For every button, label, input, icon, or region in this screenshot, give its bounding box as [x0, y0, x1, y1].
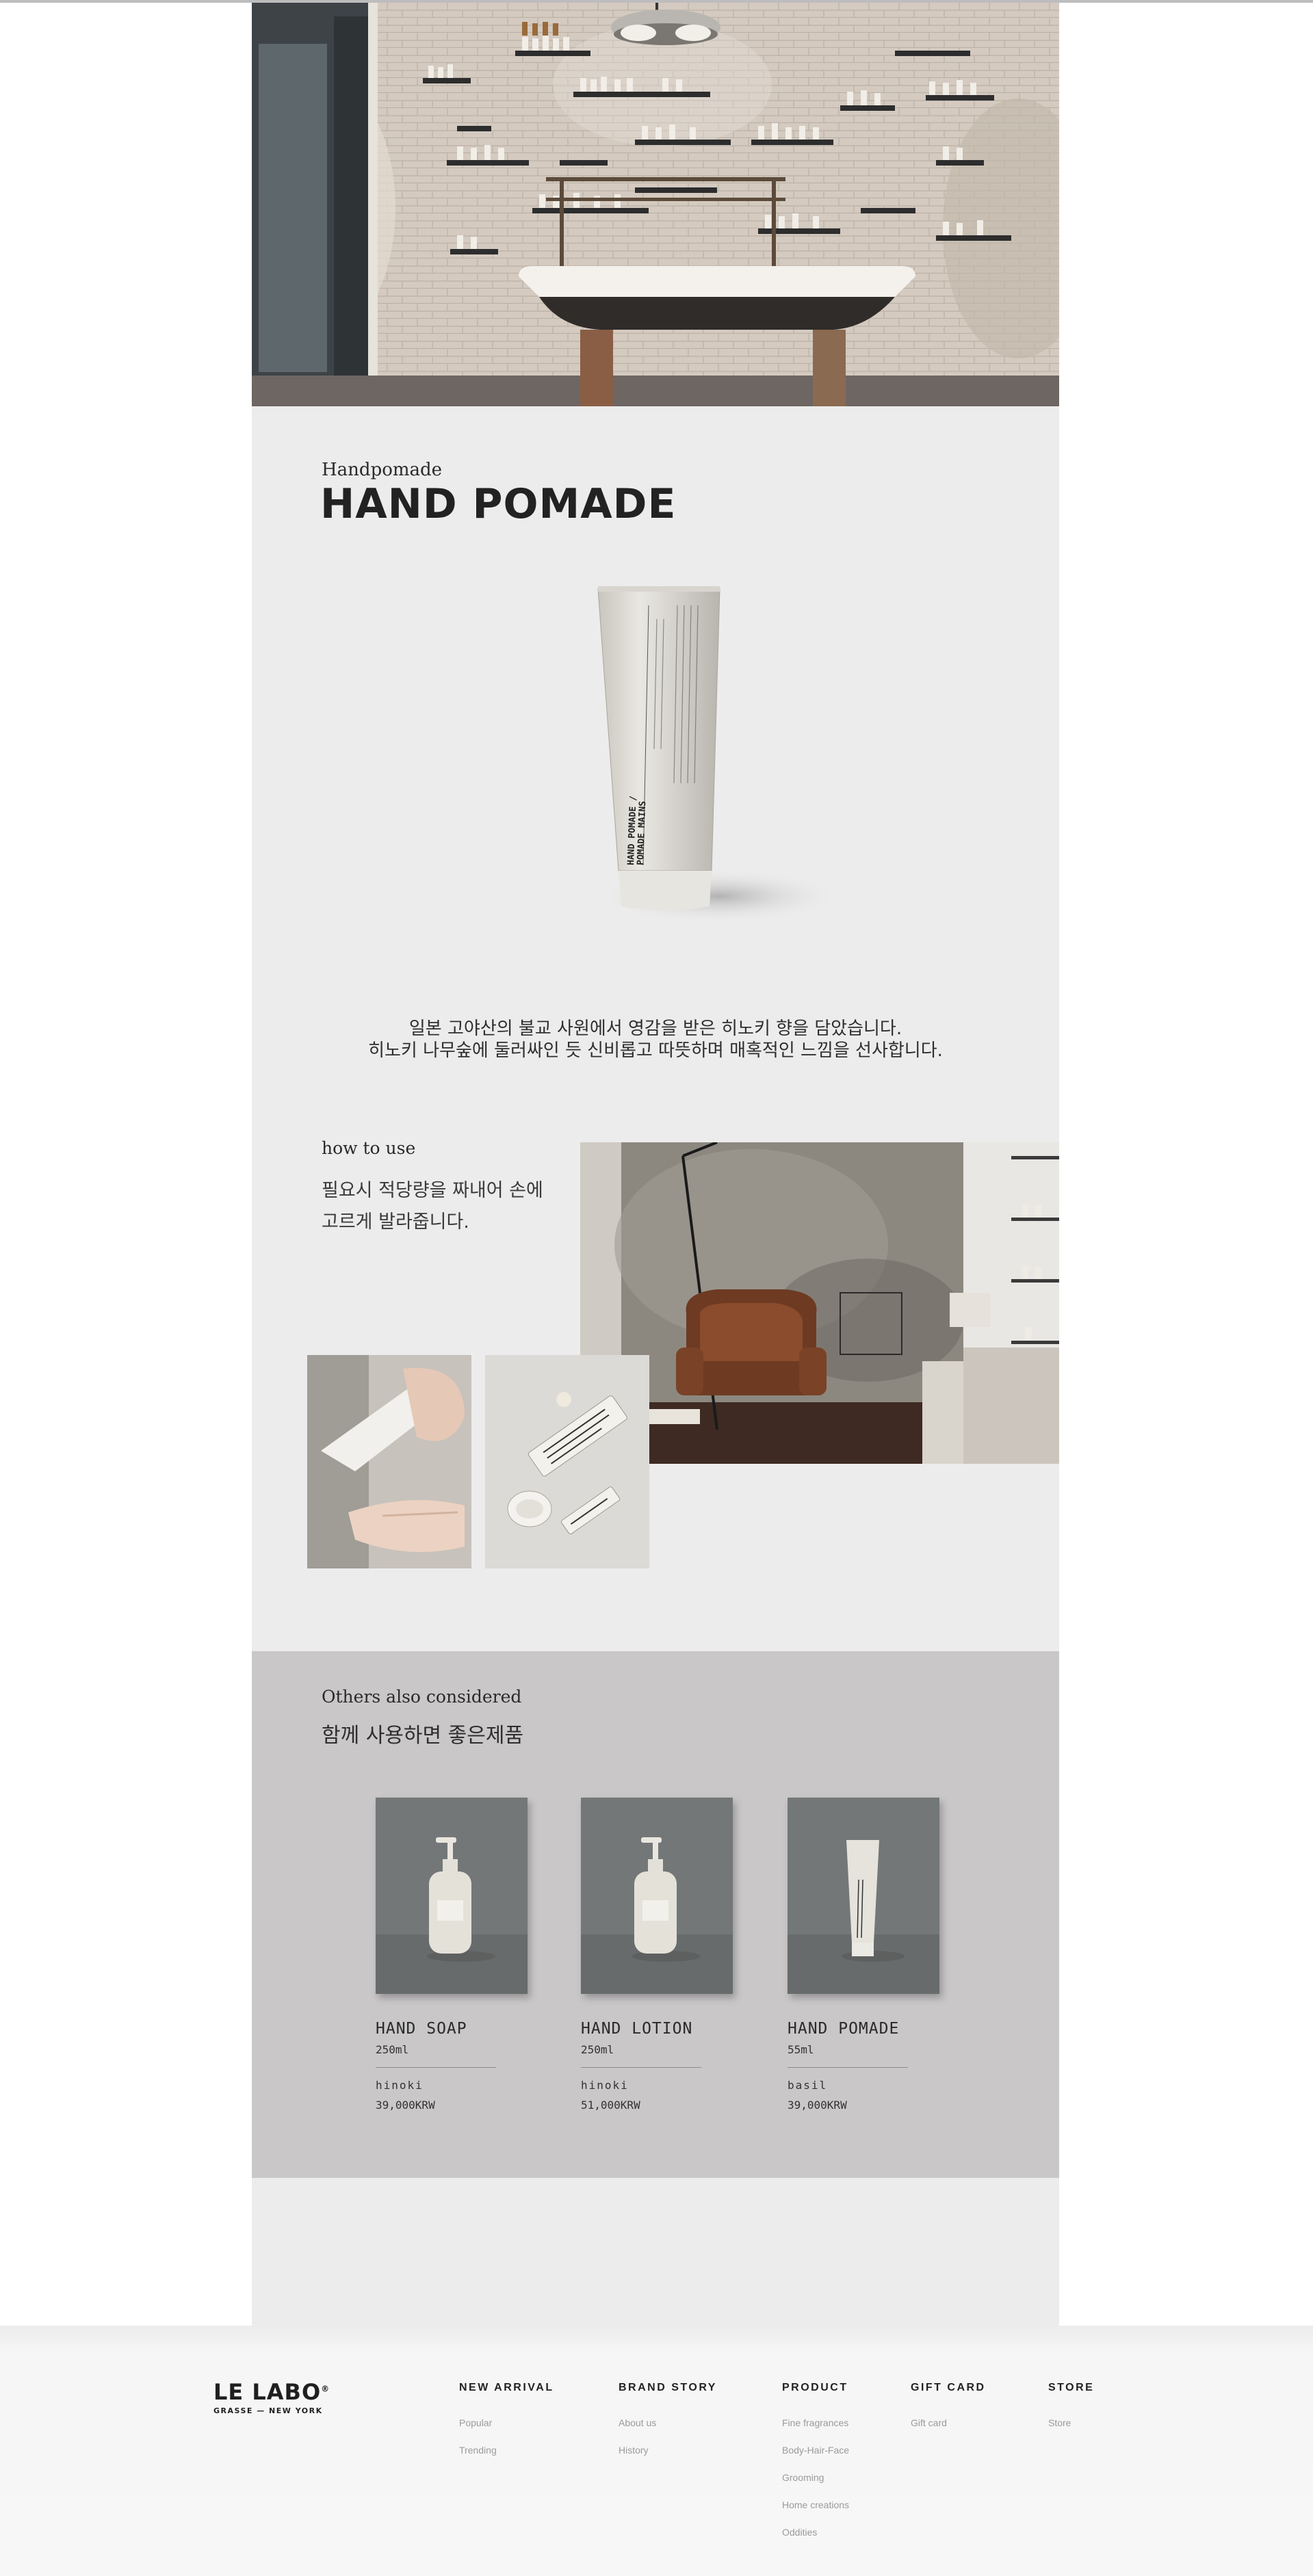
footer-column-new-arrival: NEW ARRIVAL Popular Trending — [459, 2382, 554, 2472]
footer-heading[interactable]: BRAND STORY — [619, 2382, 717, 2394]
others-title: Others also considered — [322, 1687, 522, 1707]
footer-heading[interactable]: NEW ARRIVAL — [459, 2382, 554, 2394]
tube-flatlay-photo — [485, 1355, 649, 1568]
description-line-1: 일본 고야산의 불교 사원에서 영감을 받은 히노키 향을 담았습니다. — [408, 1018, 902, 1039]
footer-column-brand-story: BRAND STORY About us History — [619, 2382, 717, 2472]
others-subtitle: 함께 사용하면 좋은제품 — [322, 1724, 524, 1748]
footer-column-store: STORE Store — [1048, 2382, 1094, 2445]
footer-link[interactable]: Grooming — [782, 2472, 849, 2499]
product-size: 250ml — [581, 2043, 614, 2056]
product-image: HAND POMADE / POMADE MAINS — [575, 578, 958, 941]
divider — [788, 2067, 908, 2068]
footer-link[interactable]: Store — [1048, 2417, 1094, 2445]
product-scent: basil — [788, 2079, 828, 2092]
divider — [376, 2067, 496, 2068]
footer-column-product: PRODUCT Fine fragrances Body-Hair-Face G… — [782, 2382, 849, 2554]
product-name[interactable]: HAND POMADE — [788, 2020, 939, 2038]
description-line-2: 히노키 나무숲에 둘러싸인 듯 신비롭고 따뜻하며 매혹적인 느낌을 선사합니다… — [368, 1040, 943, 1061]
footer-heading[interactable]: PRODUCT — [782, 2382, 849, 2394]
product-size: 250ml — [376, 2043, 409, 2056]
footer-link[interactable]: Home creations — [782, 2499, 849, 2527]
footer-link[interactable]: Gift card — [911, 2417, 986, 2445]
hand-application-photo — [307, 1355, 471, 1568]
footer-link[interactable]: Oddities — [782, 2527, 849, 2554]
product-description: 일본 고야산의 불교 사원에서 영감을 받은 히노키 향을 담았습니다. 히노키… — [252, 1018, 1059, 1062]
footer-heading[interactable]: STORE — [1048, 2382, 1094, 2394]
hand-lotion-image[interactable] — [581, 1798, 733, 1994]
logo-mark: ® — [321, 2384, 330, 2394]
logo-subtitle: GRASSE — NEW YORK — [213, 2406, 323, 2415]
product-name[interactable]: HAND SOAP — [376, 2020, 528, 2038]
footer-link[interactable]: Trending — [459, 2445, 554, 2472]
hand-pomade-image[interactable] — [788, 1798, 939, 1994]
page: Handpomade HAND POMADE HAND POMADE / POM… — [0, 0, 1313, 2576]
product-price: 39,000KRW — [376, 2099, 435, 2112]
product-size: 55ml — [788, 2043, 814, 2056]
product-price: 39,000KRW — [788, 2099, 847, 2112]
footer-column-gift-card: GIFT CARD Gift card — [911, 2382, 986, 2445]
footer-heading[interactable]: GIFT CARD — [911, 2382, 986, 2394]
logo-text: LE LABO — [213, 2379, 322, 2405]
footer-link[interactable]: About us — [619, 2417, 717, 2445]
room-photo — [580, 1142, 1059, 1464]
footer-link[interactable]: Popular — [459, 2417, 554, 2445]
product-eyebrow: Handpomade — [322, 460, 443, 480]
howto-line-1: 필요시 적당량을 짜내어 손에 — [322, 1180, 543, 1201]
product-name[interactable]: HAND LOTION — [581, 2020, 733, 2038]
howto-line-2: 고르게 발라줍니다. — [322, 1211, 469, 1233]
product-scent: hinoki — [581, 2079, 629, 2092]
page-title: HAND POMADE — [320, 480, 677, 528]
footer-link[interactable]: History — [619, 2445, 717, 2472]
product-card[interactable]: HAND SOAP 250ml hinoki 39,000KRW — [376, 1798, 528, 2112]
footer-link[interactable]: Fine fragrances — [782, 2417, 849, 2445]
product-price: 51,000KRW — [581, 2099, 640, 2112]
hero-image — [252, 3, 1059, 406]
product-card[interactable]: HAND POMADE 55ml basil 39,000KRW — [788, 1798, 939, 2112]
divider — [581, 2067, 701, 2068]
product-scent: hinoki — [376, 2079, 424, 2092]
howto-text: 필요시 적당량을 짜내어 손에 고르게 발라줍니다. — [322, 1175, 568, 1238]
footer-logo[interactable]: LE LABO® GRASSE — NEW YORK — [213, 2379, 330, 2415]
footer-link[interactable]: Body-Hair-Face — [782, 2445, 849, 2472]
howto-title: how to use — [322, 1138, 416, 1158]
hand-soap-image[interactable] — [376, 1798, 528, 1994]
product-card[interactable]: HAND LOTION 250ml hinoki 51,000KRW — [581, 1798, 733, 2112]
